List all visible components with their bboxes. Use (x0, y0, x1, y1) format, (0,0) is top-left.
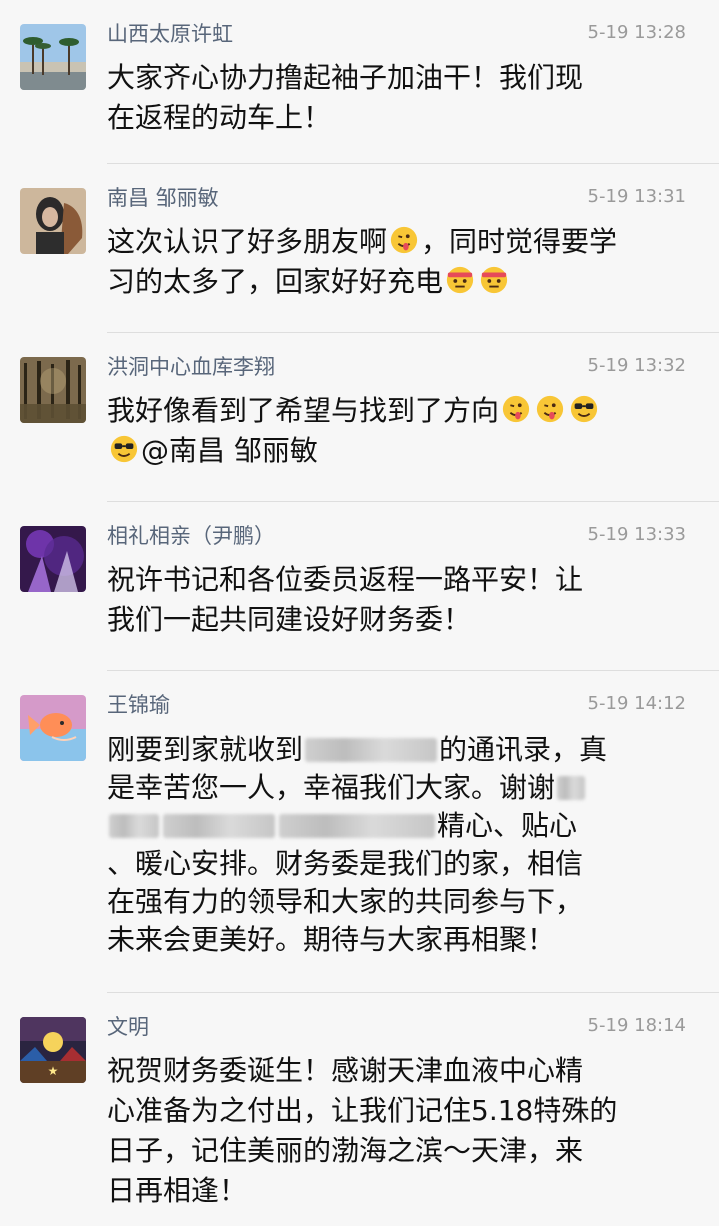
comment-item: 洪洞中心血库李翔 5-19 13:32 我好像看到了希望与找到了方向 @南昌 邹… (0, 333, 719, 502)
redacted-text (279, 814, 435, 838)
comment-feed: 山西太原许虹 5-19 13:28 大家齐心协力撸起袖子加油干！我们现 在返程的… (0, 0, 719, 1226)
comment-text-segment: 刚要到家就收到 (107, 733, 304, 766)
comment-item: 山西太原许虹 5-19 13:28 大家齐心协力撸起袖子加油干！我们现 在返程的… (0, 0, 719, 164)
comment-line: 是幸苦您一人，幸福我们大家。谢谢 (107, 769, 667, 807)
comment-line: 刚要到家就收到 的通讯录，真 (107, 731, 667, 769)
redacted-text (163, 814, 275, 838)
comment-text-segment: 这次认识了好多朋友啊 (107, 225, 388, 258)
comment-line: 这次认识了好多朋友啊 ，同时觉得要学 (107, 222, 667, 262)
avatar[interactable] (20, 24, 86, 90)
comment-line: 我们一起共同建设好财务委！ (107, 603, 472, 636)
comment-text: 大家齐心协力撸起袖子加油干！我们现 在返程的动车上！ (107, 58, 667, 138)
headband-face-emoji-icon (480, 266, 508, 294)
commenter-name[interactable]: 山西太原许虹 (107, 20, 233, 48)
goldfish-avatar (20, 695, 86, 761)
avatar[interactable] (20, 695, 86, 761)
winking-tongue-emoji-icon (502, 395, 530, 423)
comment-text-segment: 精心、贴心 (437, 809, 578, 842)
comment-line: 习的太多了，回家好好充电 (107, 262, 667, 302)
svg-text:★: ★ (48, 1064, 59, 1078)
comment-item: 相礼相亲（尹鹏） 5-19 13:33 祝许书记和各位委员返程一路平安！让 我们… (0, 502, 719, 671)
comment-text: 刚要到家就收到 的通讯录，真 是幸苦您一人，幸福我们大家。谢谢 精心、贴心 、暖心… (107, 731, 667, 959)
comment-line: 、暖心安排。财务委是我们的家，相信 (107, 847, 584, 880)
redacted-text (557, 776, 586, 800)
comment-line: 心准备为之付出，让我们记住5.18特殊的 (107, 1094, 618, 1127)
avatar[interactable] (20, 526, 86, 592)
comment-line: 我好像看到了希望与找到了方向 (107, 391, 667, 431)
comment-text-segment: 是幸苦您一人，幸福我们大家。谢谢 (107, 771, 556, 804)
redacted-text (109, 814, 159, 838)
comment-time: 5-19 13:28 (587, 22, 686, 43)
avatar[interactable]: ★ (20, 1017, 86, 1083)
comment-line: 在强有力的领导和大家的共同参与下， (107, 885, 584, 918)
comment-item: ★ 文明 5-19 18:14 祝贺财务委诞生！感谢天津血液中心精 心准备为之付… (0, 993, 719, 1226)
comment-line: 在返程的动车上！ (107, 101, 332, 134)
comment-item: 南昌 邹丽敏 5-19 13:31 这次认识了好多朋友啊 ，同时觉得要学 习的太… (0, 164, 719, 333)
commenter-name[interactable]: 相礼相亲（尹鹏） (107, 522, 275, 550)
game-poster-avatar: ★ (20, 1017, 86, 1083)
palm-tree-avatar (20, 24, 86, 90)
winking-tongue-emoji-icon (536, 395, 564, 423)
comment-text-segment: 习的太多了，回家好好充电 (107, 265, 444, 298)
forest-avatar (20, 357, 86, 423)
comment-line: 未来会更美好。期待与大家再相聚！ (107, 923, 556, 956)
comment-time: 5-19 13:31 (587, 186, 686, 207)
winking-tongue-emoji-icon (390, 226, 418, 254)
avatar[interactable] (20, 188, 86, 254)
woman-horse-avatar (20, 188, 86, 254)
comment-line: @南昌 邹丽敏 (107, 431, 667, 471)
comment-line: 大家齐心协力撸起袖子加油干！我们现 (107, 61, 584, 94)
comment-time: 5-19 13:33 (587, 524, 686, 545)
comment-line: 祝贺财务委诞生！感谢天津血液中心精 (107, 1054, 584, 1087)
comment-time: 5-19 14:12 (587, 693, 686, 714)
avatar[interactable] (20, 357, 86, 423)
sunglasses-emoji-icon (110, 435, 138, 463)
comment-line: 祝许书记和各位委员返程一路平安！让 (107, 563, 584, 596)
headband-face-emoji-icon (446, 266, 474, 294)
comment-item: 王锦瑜 5-19 14:12 刚要到家就收到 的通讯录，真 是幸苦您一人，幸福我们… (0, 671, 719, 993)
mention-link[interactable]: @南昌 邹丽敏 (141, 434, 318, 467)
comment-text: 祝贺财务委诞生！感谢天津血液中心精 心准备为之付出，让我们记住5.18特殊的 日… (107, 1051, 667, 1211)
comment-text: 我好像看到了希望与找到了方向 @南昌 邹丽敏 (107, 391, 667, 471)
commenter-name[interactable]: 文明 (107, 1013, 149, 1041)
comment-text-segment: 我好像看到了希望与找到了方向 (107, 394, 500, 427)
commenter-name[interactable]: 王锦瑜 (107, 691, 170, 719)
comment-time: 5-19 18:14 (587, 1015, 686, 1036)
comment-line: 精心、贴心 (107, 807, 667, 845)
comment-line: 日再相逢！ (107, 1174, 248, 1207)
comment-time: 5-19 13:32 (587, 355, 686, 376)
commenter-name[interactable]: 洪洞中心血库李翔 (107, 353, 275, 381)
purple-fantasy-avatar (20, 526, 86, 592)
comment-text-segment: ，同时觉得要学 (421, 225, 618, 258)
comment-text: 祝许书记和各位委员返程一路平安！让 我们一起共同建设好财务委！ (107, 560, 667, 640)
sunglasses-emoji-icon (570, 395, 598, 423)
comment-line: 日子，记住美丽的渤海之滨～天津，来 (107, 1134, 584, 1167)
commenter-name[interactable]: 南昌 邹丽敏 (107, 184, 219, 212)
comment-text: 这次认识了好多朋友啊 ，同时觉得要学 习的太多了，回家好好充电 (107, 222, 667, 302)
comment-text-segment: 的通讯录，真 (439, 733, 608, 766)
redacted-text (305, 738, 438, 762)
